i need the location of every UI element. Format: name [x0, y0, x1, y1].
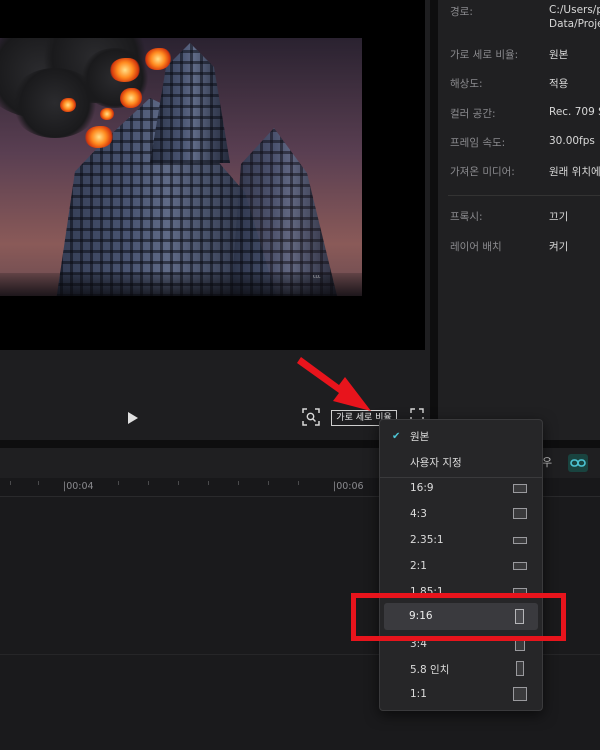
ratio-option-label: 16:9	[410, 482, 434, 494]
ratio-2-1-icon	[513, 562, 527, 570]
preview-canvas: ᴸᴸᴸ	[0, 0, 425, 350]
ratio-option-label: 원본	[410, 431, 430, 443]
ratio-16-9-icon	[513, 484, 527, 493]
toolbar-glyph[interactable]: 우	[542, 454, 552, 470]
ratio-option-label: 4:3	[410, 508, 427, 520]
prop-label-framerate: 프레임 속도:	[450, 137, 506, 149]
aspect-ratio-dropdown: ✔ 원본 사용자 지정 16:9 4:3 2.35:1 2:1 1.85:1 3…	[379, 419, 543, 711]
prop-value-imported-media: 원래 위치에	[549, 166, 600, 178]
prop-label-layer: 레이어 배치	[450, 241, 502, 253]
prop-label-imported-media: 가져온 미디어:	[450, 166, 515, 178]
prop-label-path: 경로:	[450, 6, 473, 18]
timecode-4s: |00:04	[63, 481, 94, 492]
prop-label-proxy: 프록시:	[450, 211, 483, 223]
ratio-option-custom[interactable]: 사용자 지정	[380, 449, 542, 475]
ratio-option-1-1[interactable]: 1:1	[380, 682, 542, 708]
properties-separator	[448, 195, 600, 196]
prop-value-framerate: 30.00fps	[549, 135, 595, 147]
ratio-1-1-icon	[513, 687, 527, 701]
prop-label-aspect: 가로 세로 비율:	[450, 49, 519, 61]
annotation-highlight-box	[351, 593, 566, 641]
play-button[interactable]	[124, 410, 140, 426]
ratio-option-label: 2:1	[410, 560, 427, 572]
prop-value-resolution: 적용	[549, 78, 569, 90]
ratio-2-35-1-icon	[513, 537, 527, 544]
prop-label-resolution: 해상도:	[450, 78, 483, 90]
prop-value-layer[interactable]: 켜기	[549, 239, 568, 254]
ratio-option-5-8-inch[interactable]: 5.8 인치	[380, 656, 542, 682]
panel-divider[interactable]	[430, 0, 438, 440]
prop-label-colorspace: 컬러 공간:	[450, 108, 496, 120]
ratio-4-3-icon	[513, 508, 527, 519]
ratio-option-label: 5.8 인치	[410, 664, 450, 676]
ratio-option-2-35-1[interactable]: 2.35:1	[380, 528, 542, 554]
video-frame: ᴸᴸᴸ	[0, 38, 362, 296]
ratio-option-label: 1:1	[410, 688, 427, 700]
prop-value-proxy[interactable]: 끄기	[549, 209, 568, 224]
link-icon[interactable]	[568, 454, 588, 472]
ratio-option-label: 2.35:1	[410, 534, 444, 546]
annotation-arrow-icon	[297, 357, 371, 411]
watermark-text: ᴸᴸᴸ	[313, 274, 321, 282]
ratio-option-16-9[interactable]: 16:9	[380, 476, 542, 502]
timecode-6s: |00:06	[333, 481, 364, 492]
ratio-option-label: 사용자 지정	[410, 457, 462, 469]
prop-value-path-2: Data/Proje	[549, 18, 600, 30]
ratio-option-original[interactable]: ✔ 원본	[380, 423, 542, 449]
properties-panel: 경로: C:/Users/p Data/Proje 가로 세로 비율: 원본 해…	[438, 0, 600, 440]
ratio-5-8-inch-icon	[516, 661, 524, 676]
check-icon: ✔	[392, 431, 401, 442]
ratio-option-2-1[interactable]: 2:1	[380, 554, 542, 580]
ratio-option-4-3[interactable]: 4:3	[380, 502, 542, 528]
prop-value-path: C:/Users/p	[549, 4, 600, 16]
prop-value-colorspace: Rec. 709 S	[549, 106, 600, 118]
prop-value-aspect: 원본	[549, 49, 569, 61]
